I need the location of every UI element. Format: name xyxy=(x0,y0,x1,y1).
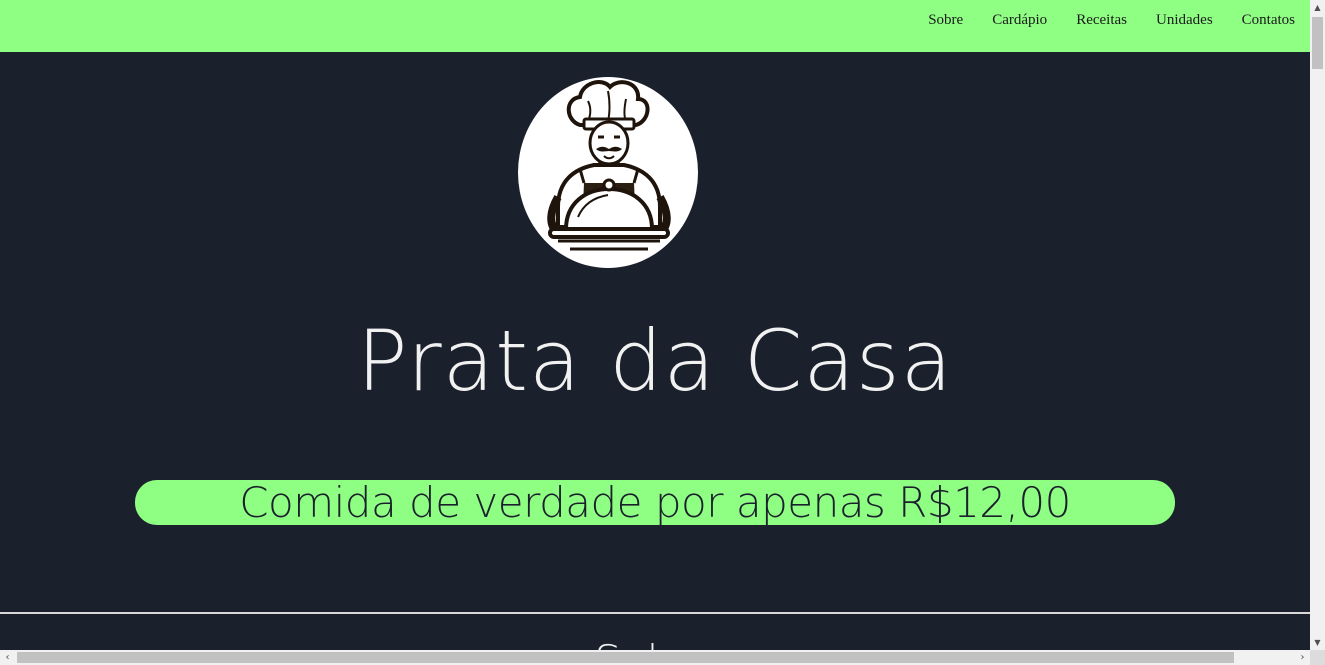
section-divider xyxy=(0,612,1310,614)
top-navbar: Sobre Cardápio Receitas Unidades Contato… xyxy=(0,0,1310,52)
site-title: Prata da Casa xyxy=(356,312,954,410)
chef-holding-cloche-icon xyxy=(518,77,698,268)
arrow-up-icon[interactable]: ▲ xyxy=(1310,0,1325,15)
nav-link-receitas[interactable]: Receitas xyxy=(1076,12,1127,29)
chef-logo-illustration xyxy=(547,80,671,251)
nav-link-cardapio[interactable]: Cardápio xyxy=(992,12,1047,29)
nav-link-unidades[interactable]: Unidades xyxy=(1156,12,1213,29)
arrow-right-icon[interactable]: › xyxy=(1295,650,1310,665)
arrow-down-icon[interactable]: ▼ xyxy=(1310,635,1325,650)
scrollbar-corner xyxy=(1310,650,1325,665)
page-viewport: Sobre Cardápio Receitas Unidades Contato… xyxy=(0,0,1310,650)
horizontal-scrollbar[interactable]: ‹ › xyxy=(0,650,1310,665)
tagline-banner: Comida de verdade por apenas R$12,00 xyxy=(135,480,1175,525)
vertical-scrollbar[interactable]: ▲ ▼ xyxy=(1310,0,1325,650)
arrow-left-icon[interactable]: ‹ xyxy=(0,650,15,665)
vertical-scroll-thumb[interactable] xyxy=(1312,17,1323,69)
nav-link-sobre[interactable]: Sobre xyxy=(928,12,963,29)
nav-links: Sobre Cardápio Receitas Unidades Contato… xyxy=(928,12,1295,29)
nav-link-contatos[interactable]: Contatos xyxy=(1242,12,1295,29)
tagline-text: Comida de verdade por apenas R$12,00 xyxy=(239,478,1071,527)
next-section-heading: Sobre xyxy=(0,636,1310,650)
horizontal-scroll-thumb[interactable] xyxy=(17,652,1234,663)
